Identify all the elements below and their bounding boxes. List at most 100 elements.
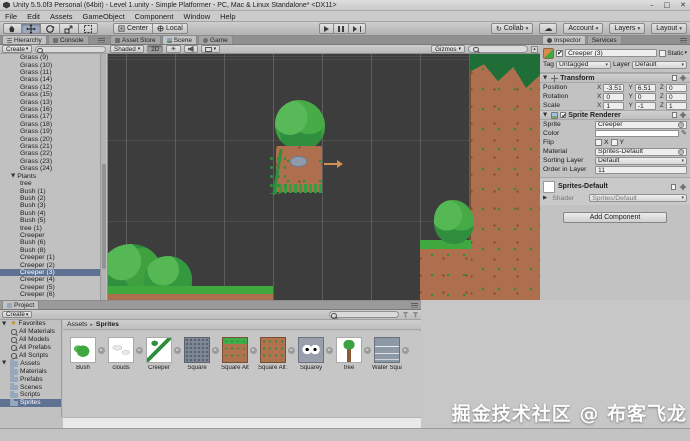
hierarchy-item[interactable]: Creeper (2) [0, 261, 101, 269]
step-button[interactable] [347, 23, 366, 34]
sprite-renderer-component-header[interactable]: ▼ Sprite Renderer [540, 110, 690, 120]
move-tool-button[interactable] [21, 23, 40, 34]
hierarchy-item[interactable]: Creeper (3) [0, 268, 101, 277]
scale-x-field[interactable]: 1 [603, 101, 625, 110]
panel-menu-icon[interactable] [411, 303, 418, 308]
ledge-platform-sprite[interactable] [420, 240, 471, 300]
hierarchy-item[interactable]: ▼ Plants [0, 173, 101, 180]
sprite-expand-arrow-icon[interactable]: ▸ [174, 347, 181, 354]
gear-icon[interactable] [681, 113, 685, 117]
2d-toggle-button[interactable]: 2D [147, 45, 164, 53]
hierarchy-item[interactable]: Grass (24) [0, 165, 101, 172]
project-tree-item[interactable]: ▼ Assets [0, 359, 61, 367]
foldout-arrow-icon[interactable]: ▼ [543, 112, 547, 118]
object-picker-icon[interactable]: ◎ [678, 148, 684, 155]
tree-canopy-sprite[interactable] [275, 100, 325, 150]
flip-x-checkbox[interactable] [595, 139, 602, 146]
ledge-bush-sprite[interactable] [434, 200, 474, 244]
tab-game[interactable]: Game [198, 35, 233, 44]
asset-thumbnail[interactable]: ▸ Water Squa... [372, 337, 409, 371]
scrollbar-thumb[interactable] [102, 164, 106, 269]
tab-inspector[interactable]: Inspector [542, 35, 586, 44]
project-search-input[interactable] [329, 311, 399, 318]
hierarchy-item[interactable]: Bush (2) [0, 195, 101, 202]
sprite-expand-arrow-icon[interactable]: ▸ [98, 347, 105, 354]
hierarchy-item[interactable]: Grass (19) [0, 128, 101, 135]
audio-toggle-button[interactable] [183, 45, 198, 53]
hierarchy-create-button[interactable]: Create ▾ [2, 45, 33, 53]
layers-dropdown[interactable]: Layers ▾ [609, 23, 646, 34]
rect-tool-button[interactable] [78, 23, 98, 34]
stone-sprite[interactable] [290, 156, 307, 167]
sprite-expand-arrow-icon[interactable]: ▸ [136, 347, 143, 354]
search-by-label-icon[interactable] [412, 311, 419, 318]
hierarchy-item[interactable]: Creeper [0, 232, 101, 239]
menu-assets[interactable]: Assets [45, 11, 78, 22]
sprite-expand-arrow-icon[interactable]: ▸ [250, 347, 257, 354]
hierarchy-item[interactable]: Grass (15) [0, 91, 101, 98]
sprite-expand-arrow-icon[interactable]: ▸ [402, 347, 409, 354]
rotation-x-field[interactable]: 0 [603, 92, 625, 101]
static-dropdown-arrow[interactable]: ▾ [684, 50, 687, 56]
close-button[interactable]: ✕ [680, 0, 686, 11]
hierarchy-item[interactable]: Grass (13) [0, 98, 101, 106]
panel-menu-icon[interactable] [680, 38, 687, 43]
scene-toolbar-overflow-button[interactable]: ▴ [531, 45, 538, 53]
scale-y-field[interactable]: -1 [634, 101, 656, 110]
maximize-button[interactable]: □ [664, 0, 671, 11]
project-horizontal-scrollbar[interactable] [63, 417, 421, 428]
project-create-button[interactable]: Create ▾ [2, 310, 33, 319]
hierarchy-item[interactable]: Grass (12) [0, 84, 101, 91]
scale-tool-button[interactable] [59, 23, 78, 34]
scene-search-input[interactable] [468, 45, 528, 53]
project-tree-item[interactable]: ▼ ★ Favorites [0, 320, 61, 328]
hierarchy-item[interactable]: Bush (5) [0, 217, 101, 224]
menu-window[interactable]: Window [178, 11, 215, 22]
gear-icon[interactable] [681, 184, 685, 189]
tab-asset-store[interactable]: Asset Store [110, 35, 161, 44]
help-icon[interactable] [672, 75, 677, 81]
asset-thumbnail[interactable]: ▸ Creeper [144, 337, 181, 371]
tab-services[interactable]: Services [586, 35, 622, 44]
effects-dropdown[interactable]: ▾ [200, 45, 221, 53]
search-by-type-icon[interactable] [402, 311, 409, 318]
hand-tool-button[interactable] [3, 23, 21, 34]
flip-y-checkbox[interactable] [610, 139, 618, 146]
sprite-expand-arrow-icon[interactable]: ▸ [326, 347, 333, 354]
foldout-arrow-icon[interactable]: ▼ [2, 321, 6, 327]
move-gizmo-x-arrow[interactable] [324, 160, 344, 168]
asset-thumbnail[interactable]: ▸ tree [334, 337, 371, 371]
asset-thumbnail[interactable]: ▸ clouds [106, 337, 143, 371]
pivot-center-button[interactable]: Center [113, 23, 153, 34]
minimize-button[interactable]: – [650, 0, 654, 11]
add-component-button[interactable]: Add Component [563, 212, 667, 223]
sprite-expand-arrow-icon[interactable]: ▸ [364, 347, 371, 354]
hierarchy-item[interactable]: Grass (14) [0, 76, 101, 83]
pause-button[interactable] [333, 23, 348, 34]
shader-dropdown[interactable]: Sprites/Default ▾ [589, 194, 687, 202]
foldout-arrow-icon[interactable]: ▼ [543, 75, 547, 81]
material-object-field[interactable]: Sprites-Default ◎ [595, 147, 687, 156]
menu-help[interactable]: Help [215, 11, 240, 22]
tab-scene[interactable]: Scene [161, 35, 198, 44]
shaded-dropdown[interactable]: Shaded ▾ [110, 45, 145, 53]
play-button[interactable] [319, 23, 333, 34]
hierarchy-item[interactable]: Grass (9) [0, 54, 101, 61]
hierarchy-item[interactable]: Creeper (4) [0, 276, 101, 283]
component-enabled-checkbox[interactable] [560, 112, 567, 120]
tab-console[interactable]: Console [47, 35, 89, 44]
layer-dropdown[interactable]: Default ▾ [632, 60, 688, 69]
asset-thumbnail[interactable]: ▸ Square [182, 337, 219, 371]
breadcrumb-root[interactable]: Assets [67, 321, 87, 328]
lighting-toggle-button[interactable]: ☀ [166, 45, 181, 53]
hierarchy-item[interactable]: Bush (3) [0, 202, 101, 209]
rotation-y-field[interactable]: 0 [634, 92, 656, 101]
account-dropdown[interactable]: Account ▾ [563, 23, 604, 34]
foldout-arrow-icon[interactable]: ▼ [2, 360, 6, 366]
hierarchy-item[interactable]: Grass (22) [0, 150, 101, 157]
sprite-object-field[interactable]: Creeper ◎ [595, 120, 687, 129]
hierarchy-item[interactable]: Bush (6) [0, 239, 101, 246]
project-tree-item[interactable]: All Scripts [0, 352, 61, 360]
hierarchy-scrollbar[interactable] [100, 54, 106, 300]
layout-dropdown[interactable]: Layout ▾ [651, 23, 687, 34]
